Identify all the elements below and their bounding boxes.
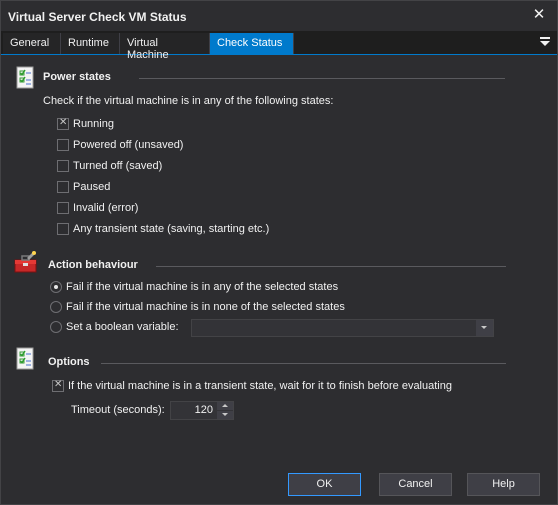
tab-virtual-machine[interactable]: Virtual Machine xyxy=(120,33,210,61)
fail-any-label[interactable]: Fail if the virtual machine is in any of… xyxy=(66,281,338,293)
transient-label[interactable]: Any transient state (saving, starting et… xyxy=(73,223,269,235)
set-variable-label[interactable]: Set a boolean variable: xyxy=(66,321,179,333)
checklist-icon xyxy=(16,66,34,89)
tab-menu-icon[interactable] xyxy=(539,36,551,48)
timeout-label: Timeout (seconds): xyxy=(71,404,165,416)
options-checklist-icon xyxy=(16,347,34,370)
running-checkbox[interactable] xyxy=(57,117,69,130)
running-label[interactable]: Running xyxy=(73,118,114,130)
timeout-spinner[interactable]: 120 xyxy=(170,401,234,420)
paused-checkbox[interactable] xyxy=(57,181,69,193)
tab-bar: General Runtime Virtual Machine Check St… xyxy=(1,31,557,61)
wait-transient-checkbox[interactable] xyxy=(52,379,64,392)
spin-up-icon[interactable] xyxy=(217,402,233,410)
dialog-window: Virtual Server Check VM Status ✕ General… xyxy=(0,0,558,505)
invalid-checkbox[interactable] xyxy=(57,202,69,214)
power-states-title: Power states xyxy=(43,71,111,83)
ok-button[interactable]: OK xyxy=(288,473,361,496)
invalid-label[interactable]: Invalid (error) xyxy=(73,202,138,214)
section-divider xyxy=(101,363,506,364)
options-title: Options xyxy=(48,356,90,368)
tab-runtime[interactable]: Runtime xyxy=(61,33,120,54)
boolean-variable-combo[interactable] xyxy=(191,319,494,337)
transient-checkbox[interactable] xyxy=(57,223,69,235)
help-button[interactable]: Help xyxy=(467,473,540,496)
dropdown-arrow-icon[interactable] xyxy=(476,320,493,336)
powered-off-label[interactable]: Powered off (unsaved) xyxy=(73,139,183,151)
turned-off-checkbox[interactable] xyxy=(57,160,69,172)
cancel-button[interactable]: Cancel xyxy=(379,473,452,496)
title-bar: Virtual Server Check VM Status ✕ xyxy=(1,1,557,31)
action-behaviour-title: Action behaviour xyxy=(48,259,138,271)
tab-general[interactable]: General xyxy=(3,33,61,54)
action-toolbox-icon xyxy=(14,251,37,273)
fail-none-label[interactable]: Fail if the virtual machine is in none o… xyxy=(66,301,345,313)
fail-none-radio[interactable] xyxy=(50,301,62,313)
tab-check-status[interactable]: Check Status xyxy=(210,33,294,54)
power-states-description: Check if the virtual machine is in any o… xyxy=(43,95,334,107)
paused-label[interactable]: Paused xyxy=(73,181,110,193)
timeout-value[interactable]: 120 xyxy=(171,402,217,419)
spin-down-icon[interactable] xyxy=(217,411,233,419)
close-icon[interactable]: ✕ xyxy=(531,7,547,23)
wait-transient-label[interactable]: If the virtual machine is in a transient… xyxy=(68,380,452,392)
fail-any-radio[interactable] xyxy=(50,281,62,293)
section-divider xyxy=(156,266,506,267)
section-divider xyxy=(139,78,505,79)
turned-off-label[interactable]: Turned off (saved) xyxy=(73,160,162,172)
powered-off-checkbox[interactable] xyxy=(57,139,69,151)
set-variable-radio[interactable] xyxy=(50,321,62,333)
window-title: Virtual Server Check VM Status xyxy=(8,10,187,24)
